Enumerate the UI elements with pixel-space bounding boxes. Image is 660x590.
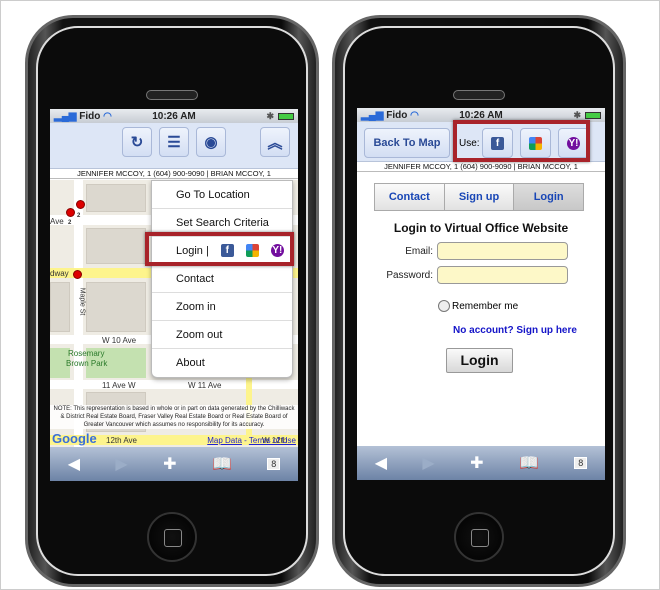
menu-item-about[interactable]: About: [152, 349, 292, 377]
refresh-button[interactable]: ↻: [122, 127, 152, 157]
clock: 10:26 AM: [152, 110, 196, 122]
map-label: Brown Park: [66, 359, 108, 368]
agent-names: JENNIFER MCCOY, 1 (604) 900-9090 | BRIAN…: [50, 169, 298, 179]
back-icon[interactable]: ◀: [375, 453, 387, 473]
wifi-button[interactable]: ◉: [196, 127, 226, 157]
map-data-link[interactable]: Map Data: [207, 436, 242, 445]
tab-login[interactable]: Login: [514, 184, 584, 210]
map-label: Rosemary: [68, 349, 105, 358]
bookmarks-icon[interactable]: 📖: [212, 454, 232, 474]
speaker: [453, 90, 505, 100]
map-label: 11 Ave W: [102, 381, 136, 390]
map-pin[interactable]: [76, 200, 85, 209]
add-icon[interactable]: ✚: [163, 454, 176, 474]
menu-item-zoom-in[interactable]: Zoom in: [152, 293, 292, 321]
forward-icon[interactable]: ▶: [115, 454, 127, 474]
password-label: Password:: [386, 270, 433, 281]
sign-up-link[interactable]: No account? Sign up here: [357, 325, 605, 336]
tab-contact[interactable]: Contact: [375, 184, 445, 210]
menu-item-zoom-out[interactable]: Zoom out: [152, 321, 292, 349]
safari-toolbar: ◀ ▶ ✚ 📖 8: [50, 447, 298, 481]
google-logo: Google: [52, 431, 97, 446]
map-toolbar: ↻ ☰ ◉ ︽: [50, 123, 298, 169]
menu-label: Contact: [176, 272, 214, 285]
terms-link[interactable]: Terms of Use: [249, 436, 296, 445]
remember-me-label: Remember me: [452, 301, 519, 312]
email-label: Email:: [405, 246, 433, 257]
disclaimer-note: NOTE: This representation is based in wh…: [50, 405, 298, 429]
highlight-box: [145, 232, 294, 266]
menu-label: Go To Location: [176, 188, 250, 201]
login-button[interactable]: Login: [446, 348, 513, 373]
status-bar: ▂▄▆ Fido ◠ 10:26 AM ✱: [50, 109, 298, 123]
map-links: Map Data - Terms of Use: [207, 436, 296, 445]
password-field[interactable]: [437, 266, 568, 284]
menu-label: Zoom out: [176, 328, 223, 341]
page-title: Login to Virtual Office Website: [393, 221, 569, 235]
email-field[interactable]: [437, 242, 568, 260]
speaker: [146, 90, 198, 100]
add-icon[interactable]: ✚: [470, 453, 483, 473]
pages-icon[interactable]: 8: [267, 458, 281, 470]
home-button[interactable]: [147, 512, 197, 562]
map-label: W 10 Ave: [102, 336, 137, 345]
highlight-box: [453, 120, 590, 162]
back-icon[interactable]: ◀: [68, 454, 80, 474]
back-to-map-button[interactable]: Back To Map: [364, 128, 450, 158]
bookmarks-icon[interactable]: 📖: [519, 453, 539, 473]
remember-me-checkbox[interactable]: [438, 300, 450, 312]
collapse-button[interactable]: ︽: [260, 127, 290, 157]
forward-icon[interactable]: ▶: [422, 453, 434, 473]
pages-icon[interactable]: 8: [574, 457, 588, 469]
menu-label: Zoom in: [176, 300, 216, 313]
safari-toolbar: ◀ ▶ ✚ 📖 8: [357, 446, 605, 480]
pin-count: 2: [68, 220, 72, 226]
pin-count: 2: [77, 213, 81, 219]
menu-item-go-to-location[interactable]: Go To Location: [152, 181, 292, 209]
map-label: dway: [50, 269, 69, 278]
tab-sign-up[interactable]: Sign up: [444, 184, 515, 210]
map-pin[interactable]: [73, 270, 82, 279]
right-screen: ▂▄▆ Fido ◠ 10:26 AM ✱ Back To Map Use: f…: [357, 108, 605, 480]
map-label: Ave: [50, 217, 64, 226]
tab-bar: Contact Sign up Login: [374, 183, 584, 211]
clock: 10:26 AM: [459, 109, 503, 121]
map-label: W 11 Ave: [188, 381, 222, 390]
list-button[interactable]: ☰: [159, 127, 189, 157]
agent-names: JENNIFER MCCOY, 1 (604) 900-9090 | BRIAN…: [357, 162, 605, 172]
map-pin[interactable]: [66, 208, 75, 217]
map-menu: Go To Location Set Search Criteria Login…: [151, 180, 293, 378]
menu-label: About: [176, 357, 205, 369]
map-label: Maple St: [78, 287, 86, 316]
map-label: 12th Ave: [106, 436, 137, 445]
menu-item-contact[interactable]: Contact: [152, 265, 292, 293]
home-button[interactable]: [454, 512, 504, 562]
left-screen: ▂▄▆ Fido ◠ 10:26 AM ✱ ↻ ☰ ◉ ︽ JENNIFER M…: [50, 109, 298, 481]
